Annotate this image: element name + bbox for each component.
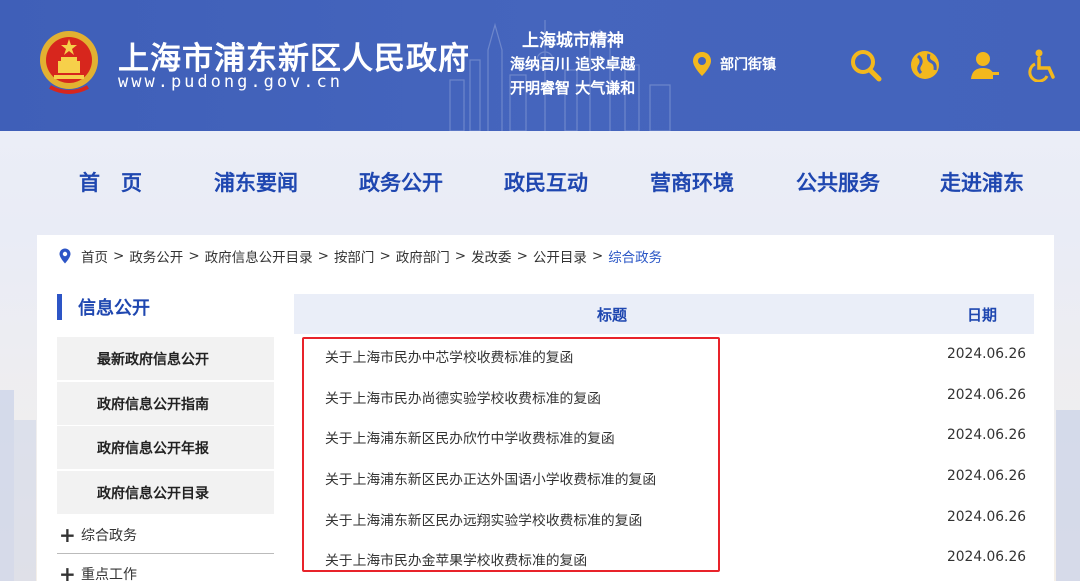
sidebar-item-annual-report[interactable]: 政府信息公开年报	[57, 426, 274, 469]
document-table: 标题 日期 关于上海市民办中芯学校收费标准的复函 2024.06.26 关于上海…	[294, 294, 1034, 578]
table-row[interactable]: 关于上海浦东新区民办正达外国语小学收费标准的复函 2024.06.26	[294, 456, 1034, 497]
row-date: 2024.06.26	[947, 386, 1026, 403]
row-title[interactable]: 关于上海浦东新区民办远翔实验学校收费标准的复函	[325, 509, 642, 529]
expand-plus-icon[interactable]: +	[59, 525, 81, 545]
row-title[interactable]: 关于上海市民办尚德实验学校收费标准的复函	[325, 387, 601, 407]
tree-item-label: 重点工作	[81, 567, 137, 581]
table-row[interactable]: 关于上海市民办中芯学校收费标准的复函 2024.06.26	[294, 334, 1034, 375]
breadcrumb-separator: >	[454, 248, 467, 264]
breadcrumb-separator: >	[188, 248, 200, 264]
table-row[interactable]: 关于上海浦东新区民办远翔实验学校收费标准的复函 2024.06.26	[294, 497, 1034, 538]
heading-accent-bar	[57, 294, 62, 320]
sidebar-item-catalog[interactable]: 政府信息公开目录	[57, 471, 274, 514]
table-row[interactable]: 关于上海浦东新区民办欣竹中学收费标准的复函 2024.06.26	[294, 415, 1034, 456]
user-icon[interactable]	[969, 48, 1001, 82]
city-spirit-title: 上海城市精神	[522, 31, 624, 51]
row-title[interactable]: 关于上海市民办中芯学校收费标准的复函	[325, 346, 573, 366]
row-date: 2024.06.26	[947, 346, 1026, 362]
main-nav: 首 页 浦东要闻 政务公开 政民互动 营商环境 公共服务 走进浦东	[0, 131, 1080, 231]
breadcrumb-separator: >	[113, 248, 125, 264]
table-row[interactable]: 关于上海市民办尚德实验学校收费标准的复函 2024.06.26	[294, 375, 1034, 416]
sidebar-tree-key-work[interactable]: + 重点工作	[57, 556, 274, 581]
breadcrumb-public-catalog[interactable]: 公开目录	[533, 246, 587, 266]
row-title[interactable]: 关于上海市民办金苹果学校收费标准的复函	[325, 549, 587, 569]
table-row[interactable]: 关于上海市民办金苹果学校收费标准的复函 2024.06.26	[294, 537, 1034, 578]
expand-plus-icon[interactable]: +	[59, 564, 81, 581]
site-header: 上海市浦东新区人民政府 www.pudong.gov.cn 上海城市精神 海纳百…	[0, 0, 1080, 131]
sidebar-item-guide[interactable]: 政府信息公开指南	[57, 382, 274, 425]
nav-citizen-interaction[interactable]: 政民互动	[504, 167, 588, 197]
background-building	[14, 420, 36, 581]
background-building	[0, 390, 14, 581]
search-icon[interactable]	[850, 48, 882, 82]
nav-government-affairs[interactable]: 政务公开	[359, 167, 443, 197]
column-header-title: 标题	[597, 305, 628, 324]
location-pin-icon	[59, 248, 71, 264]
tree-item-label: 综合政务	[81, 528, 137, 544]
row-title[interactable]: 关于上海浦东新区民办正达外国语小学收费标准的复函	[325, 468, 656, 488]
breadcrumb-separator: >	[591, 248, 604, 264]
dept-town-link[interactable]: 部门街镇	[692, 51, 776, 77]
background-building	[1056, 410, 1080, 581]
city-spirit-line-1: 海纳百川 追求卓越	[510, 55, 636, 73]
row-date: 2024.06.26	[947, 427, 1026, 444]
city-spirit-line-2: 开明睿智 大气谦和	[510, 79, 636, 97]
table-header: 标题 日期	[294, 294, 1034, 334]
breadcrumb: 首页 > 政务公开 > 政府信息公开目录 > 按部门 > 政府部门 > 发改委 …	[59, 245, 662, 267]
sidebar-item-latest-info[interactable]: 最新政府信息公开	[57, 337, 274, 380]
row-title[interactable]: 关于上海浦东新区民办欣竹中学收费标准的复函	[325, 427, 615, 447]
sidebar-heading: 信息公开	[57, 294, 150, 320]
breadcrumb-current[interactable]: 综合政务	[608, 246, 662, 266]
accessibility-icon[interactable]	[1028, 48, 1060, 82]
breadcrumb-home[interactable]: 首页	[81, 246, 108, 266]
breadcrumb-drc[interactable]: 发改委	[471, 246, 512, 266]
breadcrumb-by-department[interactable]: 按部门	[334, 246, 375, 266]
row-date: 2024.06.26	[947, 508, 1026, 525]
breadcrumb-separator: >	[379, 248, 391, 264]
row-date: 2024.06.26	[947, 468, 1026, 485]
content-panel: 首页 > 政务公开 > 政府信息公开目录 > 按部门 > 政府部门 > 发改委 …	[37, 235, 1054, 581]
globe-icon[interactable]	[909, 48, 941, 82]
location-pin-icon	[693, 52, 711, 76]
breadcrumb-government-departments[interactable]: 政府部门	[396, 246, 450, 266]
nav-about-pudong[interactable]: 走进浦东	[940, 167, 1024, 197]
nav-home[interactable]: 首 页	[79, 167, 142, 197]
column-header-date: 日期	[967, 305, 998, 324]
sidebar-tree-general-affairs[interactable]: + 综合政务	[57, 517, 274, 553]
row-date: 2024.06.26	[947, 549, 1026, 566]
breadcrumb-government-affairs[interactable]: 政务公开	[129, 246, 183, 266]
nav-public-services[interactable]: 公共服务	[796, 167, 880, 197]
dept-link-label: 部门街镇	[720, 57, 776, 73]
national-emblem-icon	[40, 31, 98, 94]
nav-pudong-news[interactable]: 浦东要闻	[214, 167, 298, 197]
sidebar-divider	[57, 553, 274, 554]
breadcrumb-info-catalog[interactable]: 政府信息公开目录	[205, 246, 313, 266]
sidebar-heading-label: 信息公开	[78, 298, 150, 319]
breadcrumb-separator: >	[516, 248, 528, 264]
breadcrumb-separator: >	[317, 248, 329, 264]
site-url[interactable]: www.pudong.gov.cn	[118, 72, 343, 92]
nav-business-environment[interactable]: 营商环境	[650, 167, 734, 197]
